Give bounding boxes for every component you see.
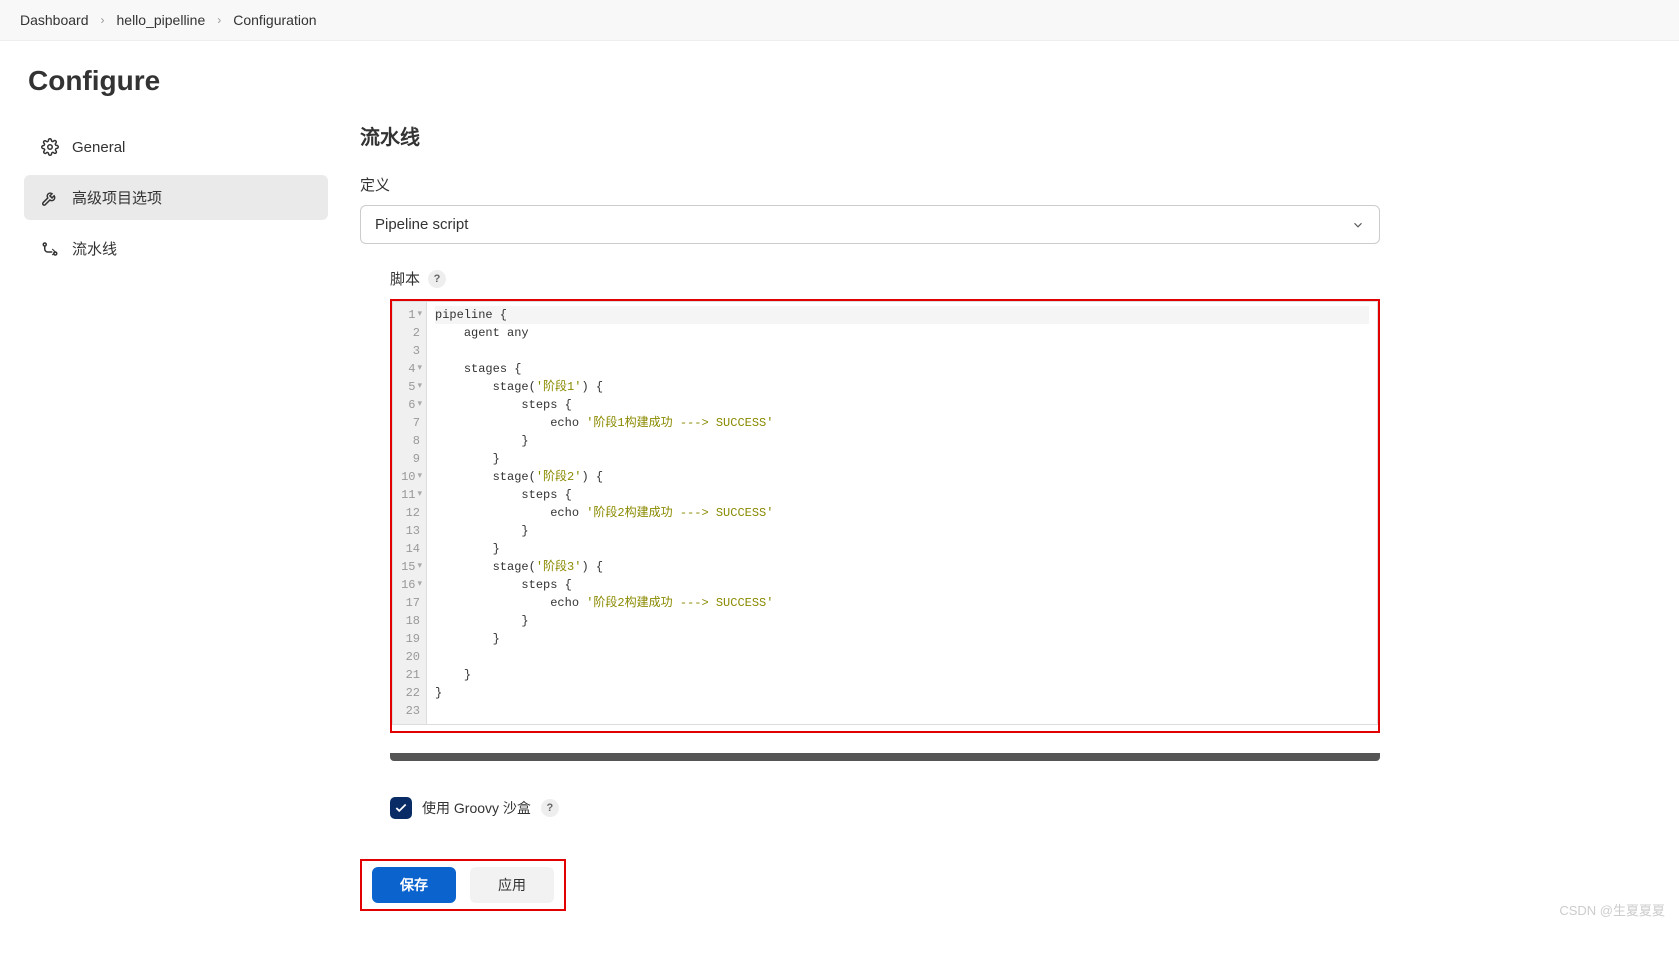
sidebar-item-label: General (72, 139, 125, 156)
fold-icon[interactable]: ▾ (417, 380, 422, 394)
line-number: 15▾ (401, 558, 422, 576)
sidebar: Configure General 高级项目选项 流水线 (0, 41, 340, 980)
save-button[interactable]: 保存 (372, 867, 456, 903)
breadcrumb: Dashboard › hello_pipelline › Configurat… (0, 0, 1679, 41)
line-number: 23 (401, 702, 422, 720)
sidebar-item-pipeline[interactable]: 流水线 (24, 226, 328, 271)
definition-label: 定义 (360, 174, 1380, 195)
fold-icon[interactable]: ▾ (417, 488, 422, 502)
apply-button[interactable]: 应用 (470, 867, 554, 903)
help-icon[interactable]: ? (541, 799, 559, 817)
code-line[interactable] (435, 648, 1369, 666)
line-number: 11▾ (401, 486, 422, 504)
chevron-down-icon (1351, 218, 1365, 232)
code-line[interactable]: } (435, 450, 1369, 468)
fold-icon[interactable]: ▾ (417, 308, 422, 322)
code-line[interactable]: } (435, 522, 1369, 540)
chevron-right-icon: › (101, 13, 105, 27)
code-line[interactable]: echo '阶段2构建成功 ---> SUCCESS' (435, 504, 1369, 522)
script-editor[interactable]: 1▾2 3 4▾5▾6▾7 8 9 10▾11▾12 13 14 15▾16▾1… (392, 301, 1378, 725)
code-line[interactable]: steps { (435, 576, 1369, 594)
line-number: 5▾ (401, 378, 422, 396)
line-number: 3 (401, 342, 422, 360)
sandbox-checkbox[interactable] (390, 797, 412, 819)
select-value: Pipeline script (375, 216, 468, 233)
code-line[interactable]: stages { (435, 360, 1369, 378)
line-number: 9 (401, 450, 422, 468)
code-line[interactable]: agent any (435, 324, 1369, 342)
code-line[interactable]: } (435, 432, 1369, 450)
definition-select[interactable]: Pipeline script (360, 205, 1380, 244)
fold-icon[interactable]: ▾ (417, 398, 422, 412)
editor-gutter: 1▾2 3 4▾5▾6▾7 8 9 10▾11▾12 13 14 15▾16▾1… (393, 302, 427, 724)
code-line[interactable]: } (435, 540, 1369, 558)
fold-icon[interactable]: ▾ (417, 470, 422, 484)
code-line[interactable]: pipeline { (435, 306, 1369, 324)
line-number: 19 (401, 630, 422, 648)
chevron-right-icon: › (217, 13, 221, 27)
code-line[interactable]: echo '阶段2构建成功 ---> SUCCESS' (435, 594, 1369, 612)
pipeline-icon (40, 239, 60, 259)
fold-icon[interactable]: ▾ (417, 578, 422, 592)
line-number: 8 (401, 432, 422, 450)
annotation-highlight: 1▾2 3 4▾5▾6▾7 8 9 10▾11▾12 13 14 15▾16▾1… (390, 299, 1380, 733)
code-line[interactable]: stage('阶段1') { (435, 378, 1369, 396)
line-number: 12 (401, 504, 422, 522)
line-number: 20 (401, 648, 422, 666)
line-number: 2 (401, 324, 422, 342)
script-label: 脚本 (390, 268, 420, 289)
code-line[interactable] (435, 342, 1369, 360)
line-number: 14 (401, 540, 422, 558)
editor-code[interactable]: pipeline { agent any stages { stage('阶段1… (427, 302, 1377, 724)
line-number: 10▾ (401, 468, 422, 486)
code-line[interactable]: } (435, 684, 1369, 702)
line-number: 21 (401, 666, 422, 684)
code-line[interactable]: } (435, 666, 1369, 684)
line-number: 4▾ (401, 360, 422, 378)
breadcrumb-item[interactable]: hello_pipelline (117, 12, 206, 28)
line-number: 16▾ (401, 576, 422, 594)
breadcrumb-item[interactable]: Dashboard (20, 12, 89, 28)
help-icon[interactable]: ? (428, 270, 446, 288)
sidebar-item-label: 高级项目选项 (72, 187, 162, 208)
fold-icon[interactable]: ▾ (417, 560, 422, 574)
code-line[interactable]: steps { (435, 396, 1369, 414)
code-line[interactable]: } (435, 630, 1369, 648)
line-number: 18 (401, 612, 422, 630)
main-content: 流水线 定义 Pipeline script 脚本 ? 1▾2 3 4▾5▾6▾… (340, 41, 1440, 980)
annotation-highlight: 保存 应用 (360, 859, 566, 911)
code-line[interactable]: stage('阶段2') { (435, 468, 1369, 486)
line-number: 17 (401, 594, 422, 612)
line-number: 13 (401, 522, 422, 540)
page-title: Configure (24, 65, 328, 97)
sandbox-label: 使用 Groovy 沙盒 (422, 798, 531, 818)
code-line[interactable]: steps { (435, 486, 1369, 504)
code-line[interactable]: stage('阶段3') { (435, 558, 1369, 576)
wrench-icon (40, 188, 60, 208)
line-number: 6▾ (401, 396, 422, 414)
sidebar-item-label: 流水线 (72, 238, 117, 259)
code-line[interactable]: } (435, 612, 1369, 630)
line-number: 1▾ (401, 306, 422, 324)
gear-icon (40, 137, 60, 157)
code-line[interactable]: echo '阶段1构建成功 ---> SUCCESS' (435, 414, 1369, 432)
line-number: 7 (401, 414, 422, 432)
section-title: 流水线 (360, 121, 1380, 150)
action-bar: 保存 应用 (340, 845, 1679, 925)
editor-footer-bar (390, 753, 1380, 761)
breadcrumb-item[interactable]: Configuration (233, 12, 316, 28)
sidebar-item-advanced[interactable]: 高级项目选项 (24, 175, 328, 220)
line-number: 22 (401, 684, 422, 702)
fold-icon[interactable]: ▾ (417, 362, 422, 376)
sidebar-item-general[interactable]: General (24, 125, 328, 169)
code-line[interactable] (435, 702, 1369, 720)
